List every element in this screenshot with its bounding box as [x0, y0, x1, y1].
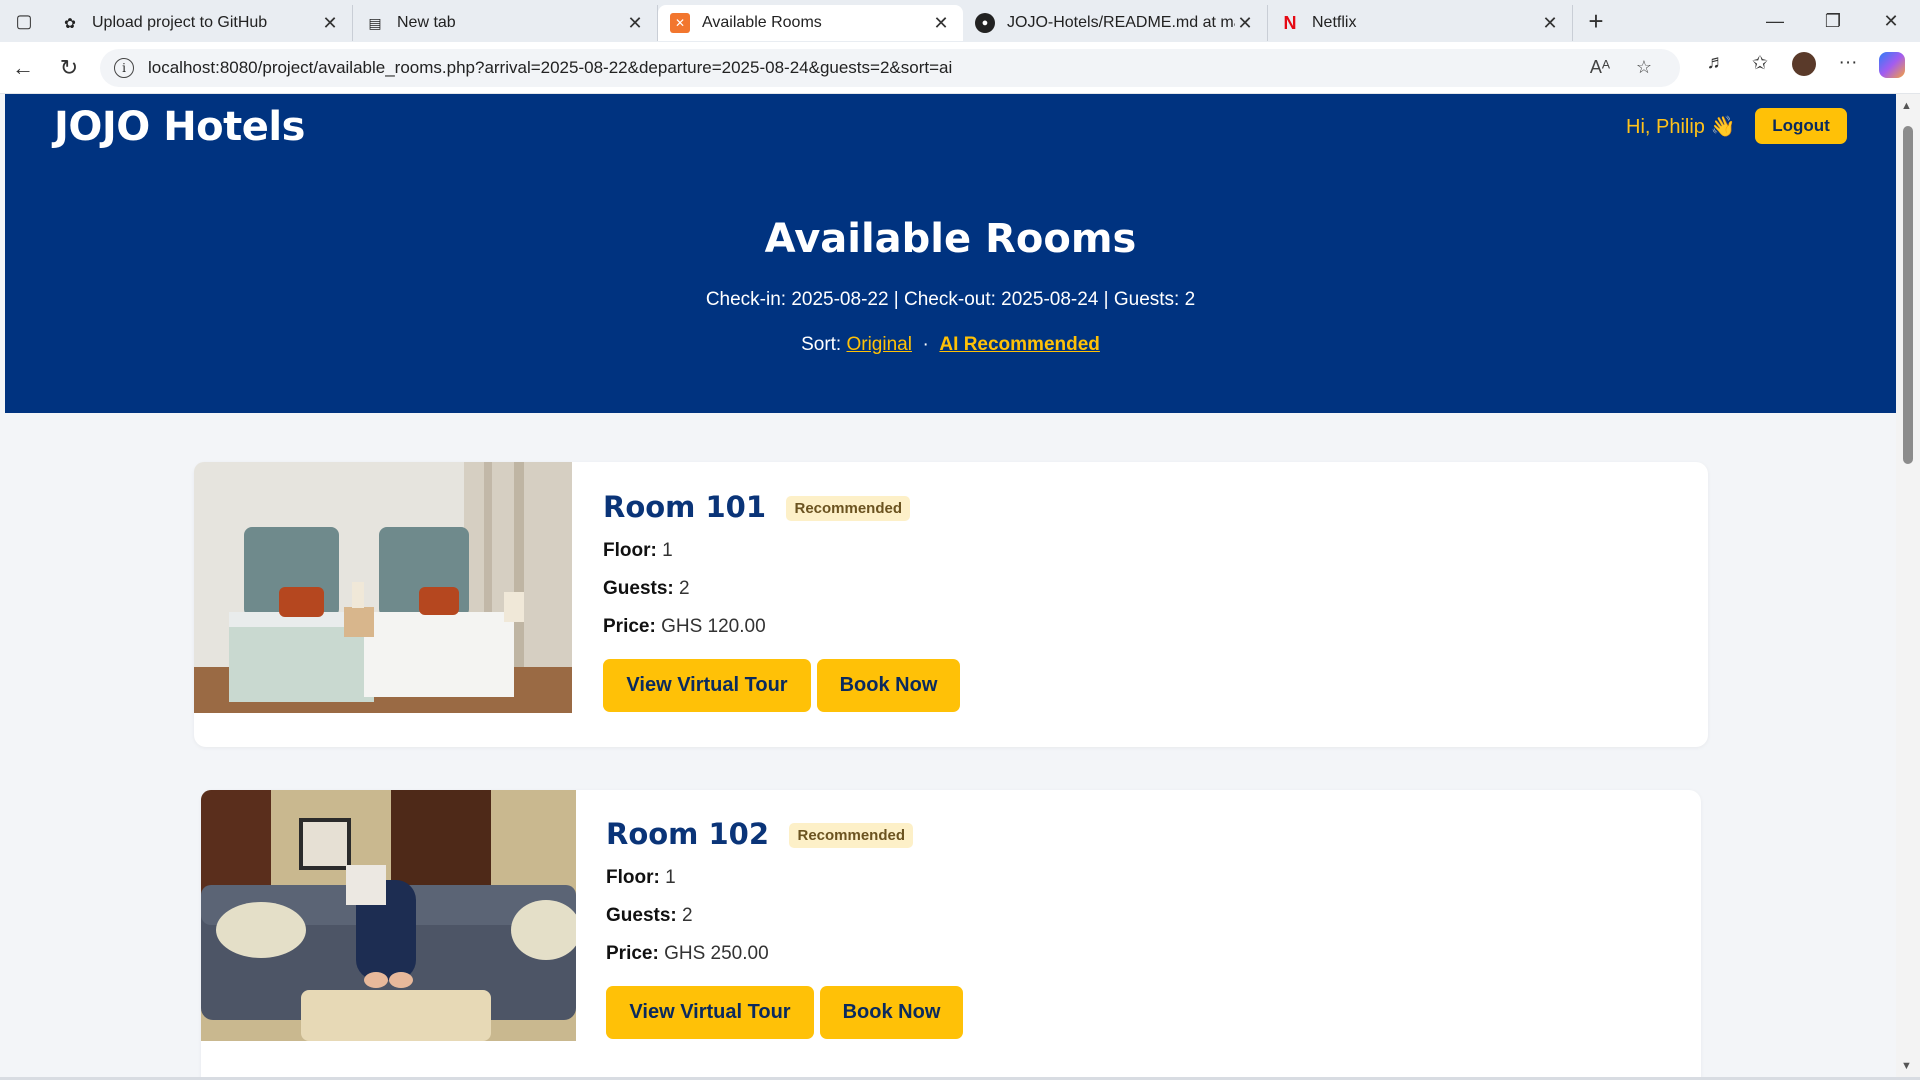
favorite-star-icon[interactable]: ☆	[1622, 57, 1666, 78]
tab-github-readme[interactable]: ● JOJO-Hotels/README.md at main ✕	[963, 5, 1268, 41]
sort-ai-link[interactable]: AI Recommended	[939, 334, 1099, 355]
url-text[interactable]: localhost:8080/project/available_rooms.p…	[148, 58, 1578, 78]
room-actions: View Virtual Tour Book Now	[606, 986, 963, 1039]
scrollbar-thumb[interactable]	[1903, 126, 1913, 464]
price-label: Price:	[603, 616, 656, 637]
logout-button[interactable]: Logout	[1755, 108, 1847, 144]
room-102-photo	[201, 790, 576, 1041]
room-title: Room 102	[606, 817, 770, 851]
floor-value: 1	[665, 867, 676, 888]
tab-new-tab[interactable]: ▤ New tab ✕	[353, 5, 658, 41]
price-value: GHS 120.00	[661, 616, 766, 637]
newtab-icon: ▤	[368, 14, 382, 31]
minimize-icon[interactable]: —	[1746, 0, 1804, 42]
room-floor: Floor: 1	[603, 540, 960, 562]
copilot-icon[interactable]	[1870, 51, 1914, 84]
stay-details: Check-in: 2025-08-22 | Check-out: 2025-0…	[705, 289, 1196, 310]
floor-value: 1	[662, 540, 673, 561]
close-window-icon[interactable]: ✕	[1862, 0, 1920, 42]
sort-label: Sort:	[801, 334, 842, 355]
room-price: Price: GHS 120.00	[603, 616, 960, 638]
recommended-badge: Recommended	[789, 823, 914, 848]
room-101-photo	[194, 462, 572, 713]
room-guests: Guests: 2	[603, 578, 960, 600]
price-label: Price:	[606, 943, 659, 964]
tab-netflix[interactable]: N Netflix ✕	[1268, 5, 1573, 41]
favorites-icon[interactable]: ✩	[1738, 52, 1782, 84]
tab-title: JOJO-Hotels/README.md at main	[1007, 14, 1235, 31]
room-price: Price: GHS 250.00	[606, 943, 963, 965]
close-tab-icon[interactable]: ✕	[1540, 13, 1560, 34]
netflix-icon: N	[1283, 12, 1297, 33]
site-info-icon[interactable]: i	[114, 57, 134, 78]
tab-upload-github[interactable]: ✿ Upload project to GitHub ✕	[48, 5, 353, 41]
room-guests: Guests: 2	[606, 905, 963, 927]
guests-label: Guests:	[603, 578, 674, 599]
profile-avatar[interactable]	[1782, 51, 1826, 84]
user-greeting: Hi, Philip 👋	[1626, 116, 1736, 138]
browser-toolbar: ← ↻ i localhost:8080/project/available_r…	[0, 42, 1920, 94]
page-viewport: JOJO Hotels Hi, Philip 👋 Logout Availabl…	[5, 94, 1896, 1078]
room-title: Room 101	[603, 490, 767, 524]
close-tab-icon[interactable]: ✕	[625, 13, 645, 34]
room-floor: Floor: 1	[606, 867, 963, 889]
room-info: Room 101 Recommended Floor: 1 Guests: 2 …	[603, 490, 960, 712]
sort-original-link[interactable]: Original	[846, 334, 911, 355]
room-info: Room 102 Recommended Floor: 1 Guests: 2 …	[606, 817, 963, 1039]
recommended-badge: Recommended	[786, 496, 911, 521]
room-card: Room 102 Recommended Floor: 1 Guests: 2 …	[201, 790, 1701, 1078]
xampp-icon: ✕	[670, 13, 690, 33]
tab-title: Upload project to GitHub	[92, 14, 268, 31]
tab-available-rooms[interactable]: ✕ Available Rooms ✕	[658, 5, 963, 41]
close-tab-icon[interactable]: ✕	[931, 13, 951, 34]
hero-section: JOJO Hotels Hi, Philip 👋 Logout Availabl…	[5, 94, 1896, 413]
book-now-button[interactable]: Book Now	[817, 659, 960, 712]
restore-icon[interactable]: ❐	[1804, 0, 1862, 42]
room-card: Room 101 Recommended Floor: 1 Guests: 2 …	[194, 462, 1708, 747]
tab-title: New tab	[397, 14, 456, 31]
floor-label: Floor:	[603, 540, 657, 561]
page-scrollbar[interactable]: ▲ ▼	[1896, 94, 1920, 1078]
back-icon[interactable]: ←	[0, 55, 46, 81]
sort-controls: Sort: Original · AI Recommended	[5, 334, 1896, 356]
page-title: Available Rooms	[764, 216, 1137, 262]
browser-tools: ♬ ✩ ···	[1694, 51, 1914, 84]
guests-value: 2	[682, 905, 693, 926]
guests-label: Guests:	[606, 905, 677, 926]
book-now-button[interactable]: Book Now	[820, 986, 963, 1039]
more-options-icon[interactable]: ···	[1826, 52, 1870, 84]
github-icon: ●	[975, 13, 995, 33]
brand-logo[interactable]: JOJO Hotels	[54, 104, 305, 150]
price-value: GHS 250.00	[664, 943, 769, 964]
address-bar[interactable]: i localhost:8080/project/available_rooms…	[100, 48, 1680, 87]
scroll-down-icon[interactable]: ▼	[1901, 1060, 1912, 1072]
view-virtual-tour-button[interactable]: View Virtual Tour	[603, 659, 811, 712]
tab-title: Available Rooms	[702, 14, 822, 31]
new-tab-button[interactable]: +	[1573, 6, 1619, 37]
window-controls: — ❐ ✕	[1746, 0, 1920, 42]
tab-title: Netflix	[1312, 14, 1357, 31]
guests-value: 2	[679, 578, 690, 599]
tab-actions-icon[interactable]: ▢	[0, 0, 48, 42]
floor-label: Floor:	[606, 867, 660, 888]
close-tab-icon[interactable]: ✕	[320, 13, 340, 34]
room-actions: View Virtual Tour Book Now	[603, 659, 960, 712]
openai-icon: ✿	[64, 14, 76, 31]
refresh-icon[interactable]: ↻	[46, 55, 92, 81]
extensions-icon[interactable]: ♬	[1694, 52, 1738, 84]
scroll-up-icon[interactable]: ▲	[1901, 100, 1912, 112]
close-tab-icon[interactable]: ✕	[1235, 13, 1255, 34]
sort-separator: ·	[922, 334, 929, 355]
read-aloud-icon[interactable]: Aᴬ	[1578, 57, 1622, 78]
browser-tab-bar: ▢ ✿ Upload project to GitHub ✕ ▤ New tab…	[0, 0, 1920, 42]
view-virtual-tour-button[interactable]: View Virtual Tour	[606, 986, 814, 1039]
